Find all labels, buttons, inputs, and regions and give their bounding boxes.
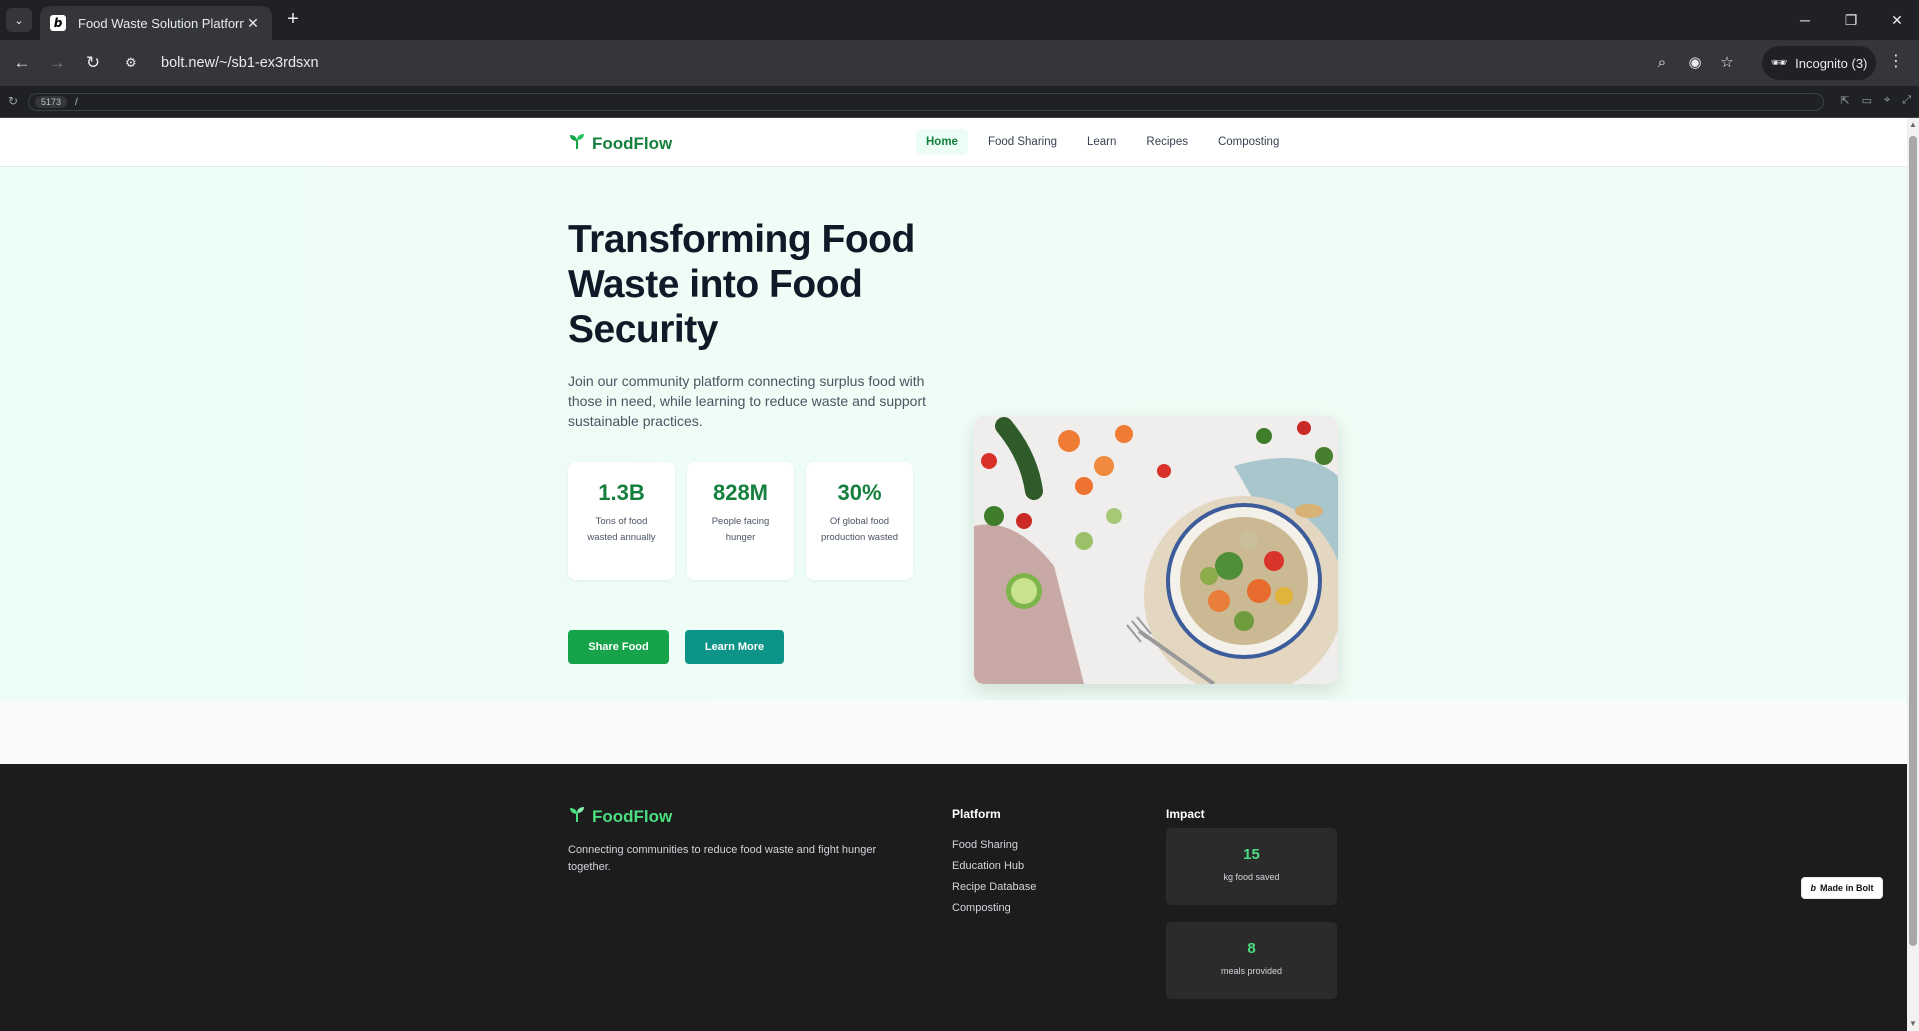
food-bowl-image [974, 416, 1338, 684]
footer-link-recipe-database[interactable]: Recipe Database [952, 881, 1036, 894]
badge-label: Made in Bolt [1820, 883, 1874, 893]
close-tab-icon[interactable]: ✕ [244, 15, 262, 32]
stat-value: 828M [712, 480, 769, 505]
footer-link-food-sharing[interactable]: Food Sharing [952, 839, 1036, 852]
restore-icon[interactable]: ❐ [1836, 8, 1866, 32]
forward-icon[interactable]: → [45, 51, 69, 75]
incognito-indicator[interactable]: 🕶 Incognito (3) [1762, 46, 1876, 80]
browser-tab[interactable]: b Food Waste Solution Platform ✕ [40, 6, 272, 40]
scroll-down-icon[interactable]: ▼ [1909, 1019, 1917, 1028]
learn-more-button[interactable]: Learn More [685, 630, 784, 664]
footer-link-composting[interactable]: Composting [952, 902, 1036, 915]
preview-address[interactable]: 5173 / [28, 93, 1824, 111]
brand-logo[interactable]: FoodFlow [568, 132, 672, 155]
bolt-favicon-icon: b [50, 15, 66, 31]
impact-label: kg food saved [1223, 872, 1280, 882]
hero-title: Transforming Food Waste into Food Securi… [568, 218, 915, 351]
new-tab-icon[interactable]: + [282, 9, 304, 31]
footer-link-education-hub[interactable]: Education Hub [952, 860, 1036, 873]
close-window-icon[interactable]: ✕ [1882, 8, 1912, 32]
tab-title: Food Waste Solution Platform [78, 15, 244, 31]
site-navbar: FoodFlow Home Food Sharing Learn Recipes… [0, 118, 1907, 167]
reload-icon[interactable]: ↻ [81, 51, 105, 75]
site-info-icon[interactable]: ⚙ [125, 55, 145, 71]
footer-brand-name: FoodFlow [592, 806, 673, 826]
hero-section: Transforming Food Waste into Food Securi… [0, 167, 1907, 700]
back-icon[interactable]: ← [10, 51, 34, 75]
stats-row: 1.3B Tons of food wasted annually 828M P… [568, 462, 913, 580]
impact-heading: Impact [1166, 807, 1205, 821]
stat-value: 30% [837, 480, 882, 505]
nav-food-sharing[interactable]: Food Sharing [978, 129, 1067, 155]
url-text: bolt.new/~/sb1-ex3rdsxn [161, 55, 319, 71]
devices-icon[interactable]: ▭ [1862, 94, 1872, 107]
browser-menu-icon[interactable]: ⋮ [1888, 51, 1904, 71]
browser-toolbar: ← → ↻ ⚙ bolt.new/~/sb1-ex3rdsxn ⌕ ◉ ☆ 🕶 … [0, 40, 1919, 86]
address-bar[interactable]: ⚙ bolt.new/~/sb1-ex3rdsxn [125, 47, 1625, 79]
scroll-up-icon[interactable]: ▲ [1909, 120, 1917, 129]
stat-label: Of global food production wasted [820, 516, 899, 543]
incognito-label: Incognito (3) [1795, 55, 1868, 71]
nav-learn[interactable]: Learn [1077, 129, 1126, 155]
stat-card: 30% Of global food production wasted [806, 462, 913, 580]
fullscreen-icon[interactable]: ⤢ [1902, 94, 1911, 107]
bolt-logo-icon: b [1810, 883, 1817, 893]
stat-label: Tons of food wasted annually [587, 516, 656, 543]
bookmark-star-icon[interactable]: ☆ [1715, 51, 1739, 75]
stat-card: 1.3B Tons of food wasted annually [568, 462, 675, 580]
footer-description: Connecting communities to reduce food wa… [568, 844, 877, 873]
eye-off-icon[interactable]: ◉ [1683, 51, 1707, 75]
platform-heading: Platform [952, 807, 1001, 821]
main-nav: Home Food Sharing Learn Recipes Composti… [916, 129, 1289, 155]
site-footer: FoodFlow Connecting communities to reduc… [0, 764, 1907, 1031]
tab-search-icon[interactable]: ⌄ [6, 8, 32, 32]
brand-name: FoodFlow [592, 133, 673, 153]
spacer-section [0, 700, 1907, 764]
sprout-icon [568, 132, 586, 155]
browser-tabbar: ⌄ b Food Waste Solution Platform ✕ + ─ ❐… [0, 0, 1919, 40]
platform-links: Food Sharing Education Hub Recipe Databa… [952, 839, 1036, 915]
preview-path: / [75, 96, 78, 108]
impact-card: 15 kg food saved [1166, 828, 1337, 905]
impact-card: 8 meals provided [1166, 922, 1337, 999]
nav-recipes[interactable]: Recipes [1136, 129, 1198, 155]
nav-home[interactable]: Home [916, 129, 968, 155]
incognito-icon: 🕶 [1770, 55, 1788, 70]
preview-reload-icon[interactable]: ↻ [8, 94, 18, 108]
preview-bar: ↻ 5173 / ⇱ ▭ ⌖ ⤢ [0, 86, 1919, 118]
impact-value: 15 [1243, 846, 1260, 863]
scrollbar-thumb[interactable] [1909, 136, 1917, 946]
open-external-icon[interactable]: ⇱ [1840, 94, 1849, 107]
page-scrollbar[interactable]: ▲ ▼ [1907, 118, 1919, 1031]
share-food-button[interactable]: Share Food [568, 630, 669, 664]
zoom-icon[interactable]: ⌕ [1650, 51, 1674, 75]
sprout-icon [568, 805, 586, 828]
hero-description: Join our community platform connecting s… [568, 373, 927, 429]
stat-label: People facing hunger [711, 516, 770, 543]
inspect-icon[interactable]: ⌖ [1884, 94, 1890, 107]
nav-composting[interactable]: Composting [1208, 129, 1289, 155]
port-badge: 5173 [35, 96, 68, 108]
page-viewport: FoodFlow Home Food Sharing Learn Recipes… [0, 118, 1907, 1031]
stat-card: 828M People facing hunger [687, 462, 794, 580]
stat-value: 1.3B [598, 480, 645, 505]
minimize-icon[interactable]: ─ [1790, 8, 1820, 32]
made-in-bolt-badge[interactable]: b Made in Bolt [1801, 877, 1883, 899]
impact-value: 8 [1247, 940, 1256, 957]
footer-brand-logo[interactable]: FoodFlow [568, 805, 672, 828]
impact-label: meals provided [1220, 966, 1283, 976]
